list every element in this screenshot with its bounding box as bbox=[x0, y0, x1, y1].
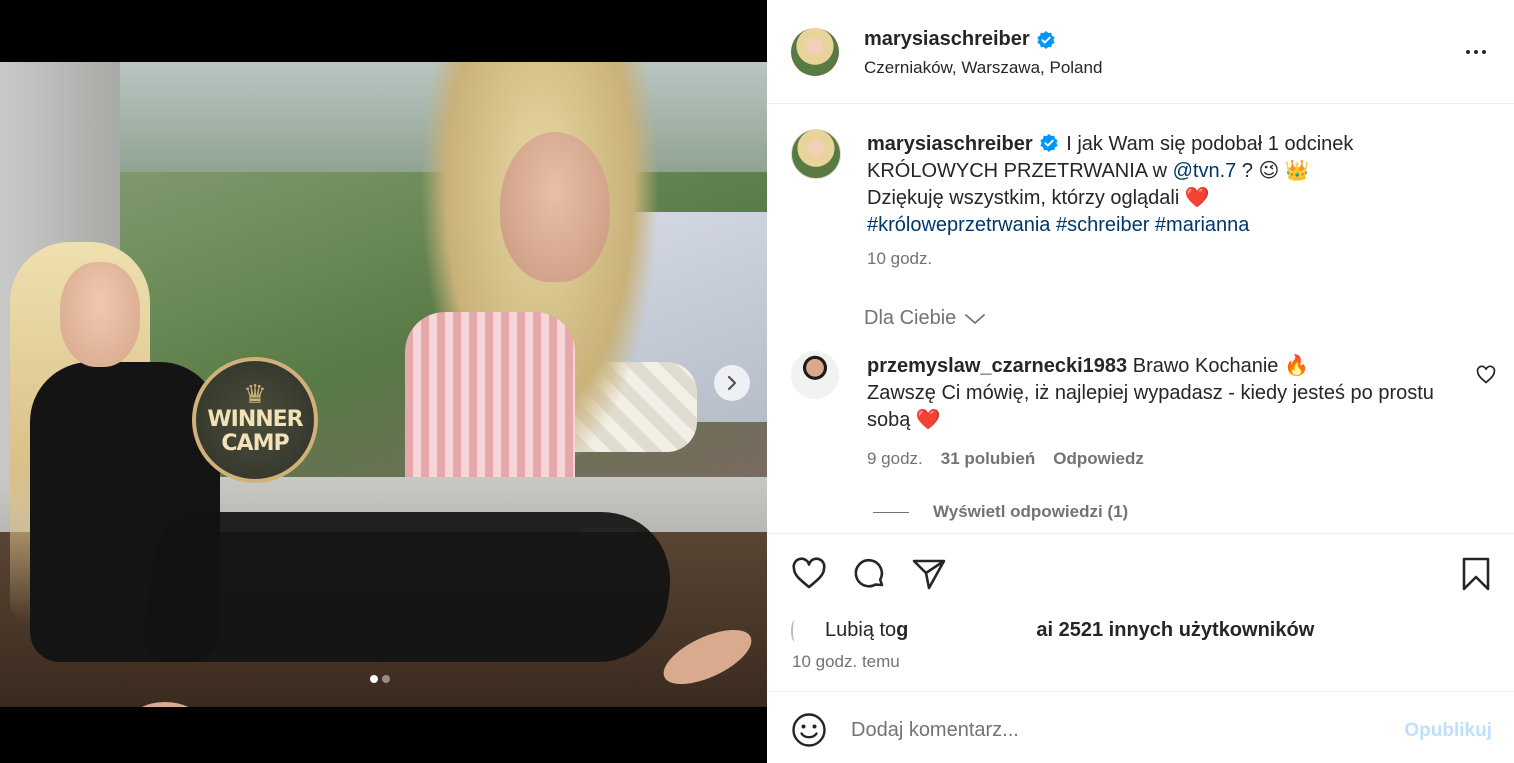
more-options-icon[interactable] bbox=[1464, 40, 1488, 64]
chevron-right-icon bbox=[727, 376, 737, 390]
comment: przemyslaw_czarnecki1983 Brawo Kochanie … bbox=[867, 353, 1467, 434]
author-avatar[interactable] bbox=[791, 28, 839, 76]
verified-badge-icon bbox=[1037, 30, 1055, 49]
view-replies-button[interactable]: Wyświetl odpowiedzi (1) bbox=[873, 502, 1128, 522]
person-legs bbox=[139, 512, 681, 662]
verified-badge-icon bbox=[1040, 133, 1058, 152]
caption-line-2: Dziękuję wszystkim, którzy oglądali ❤️ bbox=[867, 187, 1210, 209]
winner-camp-logo: ♛ WINNER CAMP bbox=[192, 357, 318, 483]
carousel-indicator bbox=[370, 675, 390, 683]
carousel-dot-active bbox=[370, 675, 378, 683]
comment-meta: 9 godz. 31 polubień Odpowiedz bbox=[867, 449, 1144, 469]
chevron-down-icon bbox=[965, 313, 986, 324]
comment-reply-button[interactable]: Odpowiedz bbox=[1053, 449, 1144, 469]
post-side-panel: marysiaschreiber Czerniaków, Warszawa, P… bbox=[767, 0, 1514, 763]
likes-prefix: Lubią to bbox=[825, 619, 897, 641]
caption-mention-link[interactable]: @tvn.7 bbox=[1173, 160, 1237, 182]
comment-text-line-2: Zawszę Ci mówię, iż najlepiej wypadasz -… bbox=[867, 382, 1434, 431]
replies-divider bbox=[873, 511, 909, 513]
post-photo[interactable]: ♛ WINNER CAMP bbox=[0, 62, 767, 707]
comment-like-heart-icon[interactable] bbox=[1476, 365, 1496, 385]
save-bookmark-icon[interactable] bbox=[1458, 556, 1494, 592]
post-header: marysiaschreiber Czerniaków, Warszawa, P… bbox=[767, 0, 1514, 104]
post-actions: Lubią to g a i 2521 innych użytkowników … bbox=[767, 533, 1514, 691]
caption-text-end: ? 😉 👑 bbox=[1236, 160, 1310, 182]
author-username[interactable]: marysiaschreiber bbox=[864, 28, 1030, 51]
logo-line-1: WINNER bbox=[207, 407, 303, 432]
commenter-username[interactable]: przemyslaw_czarnecki1983 bbox=[867, 355, 1127, 377]
comments-section[interactable]: marysiaschreiber I jak Wam się podobał 1… bbox=[767, 105, 1514, 533]
commenter-avatar[interactable] bbox=[791, 351, 839, 399]
liker-name-end[interactable]: a bbox=[1036, 619, 1047, 642]
logo-line-2: CAMP bbox=[221, 431, 289, 456]
publish-button[interactable]: Opublikuj bbox=[1404, 720, 1492, 742]
comment-sort-dropdown[interactable]: Dla Ciebie bbox=[864, 307, 986, 330]
likes-rest[interactable]: i 2521 innych użytkowników bbox=[1048, 619, 1315, 642]
likes-summary[interactable]: Lubią to g a i 2521 innych użytkowników bbox=[791, 619, 1314, 642]
liker-name-redacted bbox=[908, 620, 1037, 641]
comment-likes-count[interactable]: 31 polubień bbox=[941, 449, 1035, 469]
carousel-next-button[interactable] bbox=[714, 365, 750, 401]
comment-bubble-icon[interactable] bbox=[851, 556, 887, 592]
post-location[interactable]: Czerniaków, Warszawa, Poland bbox=[864, 58, 1102, 78]
comment-time[interactable]: 9 godz. bbox=[867, 449, 923, 469]
caption-author-avatar[interactable] bbox=[791, 129, 841, 179]
post-timestamp[interactable]: 10 godz. temu bbox=[792, 652, 900, 672]
carousel-dot bbox=[382, 675, 390, 683]
sort-label: Dla Ciebie bbox=[864, 307, 957, 329]
like-heart-icon[interactable] bbox=[791, 556, 827, 592]
screen-person-top bbox=[405, 312, 575, 477]
post-media: ♛ WINNER CAMP bbox=[0, 0, 767, 763]
author-name-row: marysiaschreiber bbox=[864, 28, 1056, 51]
person-face bbox=[60, 262, 140, 367]
emoji-smiley-icon[interactable] bbox=[791, 712, 827, 748]
comment-text: Brawo Kochanie 🔥 bbox=[1127, 355, 1309, 377]
comment-input[interactable] bbox=[851, 710, 1371, 750]
caption-hashtags[interactable]: #króloweprzetrwania #schreiber #marianna bbox=[867, 214, 1249, 236]
liker-avatar bbox=[791, 619, 799, 642]
caption-time[interactable]: 10 godz. bbox=[867, 249, 932, 269]
view-replies-label: Wyświetl odpowiedzi (1) bbox=[933, 502, 1129, 521]
share-paper-plane-icon[interactable] bbox=[911, 556, 947, 592]
caption-username[interactable]: marysiaschreiber bbox=[867, 133, 1033, 155]
add-comment-bar: Opublikuj bbox=[767, 691, 1514, 763]
crown-icon: ♛ bbox=[243, 379, 267, 409]
screen-person-face bbox=[500, 132, 610, 282]
liker-name-start[interactable]: g bbox=[896, 619, 908, 642]
post-caption: marysiaschreiber I jak Wam się podobał 1… bbox=[867, 131, 1467, 239]
